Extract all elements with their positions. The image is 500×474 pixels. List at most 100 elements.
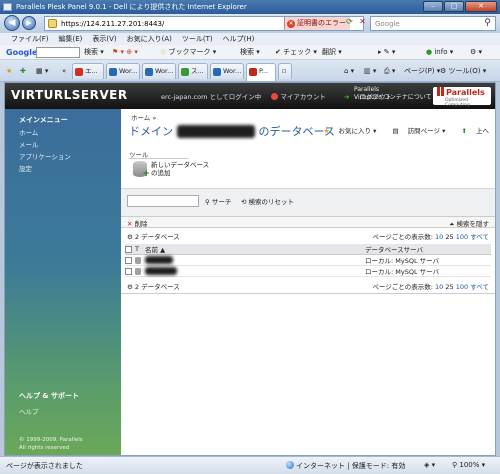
per-page-100[interactable]: 100 xyxy=(456,283,468,291)
parallels-logo: Parallels Optimized Computing xyxy=(433,87,491,108)
sidebar-item-applications[interactable]: アプリケーション xyxy=(19,151,71,161)
protected-mode-icon[interactable]: ◈ ▾ xyxy=(424,461,435,469)
per-page-100[interactable]: 100 xyxy=(456,233,468,241)
google-icons[interactable]: ⚑ ▾ ⊕ ▾ xyxy=(112,47,138,58)
google-logo: Google xyxy=(6,48,38,57)
menu-file[interactable]: ファイル(F) xyxy=(6,33,54,45)
toolbar-misc-icons[interactable]: ▸ ✎ ▾ xyxy=(378,47,395,58)
search-button[interactable]: ⚲ サーチ xyxy=(205,196,231,206)
search-box[interactable]: Google ⚲ xyxy=(370,16,496,31)
menu-edit[interactable]: 編集(E) xyxy=(54,33,88,45)
up-level-button[interactable]: ⬆ 上へ xyxy=(454,127,489,135)
my-account-link[interactable]: マイアカウント xyxy=(271,93,334,101)
quick-tabs-icon[interactable]: ▦ ▾ xyxy=(36,64,48,78)
reset-search-button[interactable]: ⟲ 検索のリセット xyxy=(241,196,294,206)
tools-menu[interactable]: ⚙ ツール(O) ▾ xyxy=(440,64,486,78)
per-page-all[interactable]: すべて xyxy=(470,283,489,291)
refresh-icon[interactable]: ⟳ xyxy=(344,16,355,27)
stop-icon[interactable]: ✕ xyxy=(357,16,368,27)
database-name-link[interactable]: ercjapan xyxy=(145,256,174,264)
google-toolbar: Google 検索 ▾ ⚑ ▾ ⊕ ▾ ☆ ブックマーク ▾ 検索 ▾ ✔ チェ… xyxy=(0,45,500,60)
address-bar[interactable]: https://124.211.27.201:8443/ ✕ 証明書のエラー xyxy=(44,16,364,31)
visited-pages-button[interactable]: ▤ 訪問ページ ▾ xyxy=(385,127,445,135)
sidebar-item-home[interactable]: ホーム xyxy=(19,127,38,137)
menu-tools[interactable]: ツール(T) xyxy=(177,33,218,45)
col-name[interactable]: 名前 ▲ xyxy=(145,244,365,255)
minimize-button[interactable]: – xyxy=(423,1,443,12)
tab-scroll-icon[interactable]: « xyxy=(62,64,66,78)
home-icon[interactable]: ⌂ ▾ xyxy=(344,64,354,78)
help-support-title: ヘルプ & サポート xyxy=(19,392,79,400)
certificate-error-button[interactable]: ✕ 証明書のエラー xyxy=(284,17,350,30)
maximize-button[interactable]: □ xyxy=(444,1,464,12)
main-menu-title: メインメニュー xyxy=(19,116,68,124)
tab-favicon xyxy=(145,68,153,76)
page-menu[interactable]: ページ(P) ▾ xyxy=(404,64,440,78)
database-server: ローカル: MySQL サーバ xyxy=(365,265,491,277)
hide-search-button[interactable]: ⏶ 検索を隠す xyxy=(449,218,489,229)
info-button[interactable]: ● info ▾ xyxy=(426,47,453,58)
pagination-bottom: ページごとの表示数: 10 25 100 すべて xyxy=(372,283,489,291)
tab-6-active[interactable]: P... xyxy=(246,63,276,81)
per-page-10[interactable]: 10 xyxy=(435,233,443,241)
breadcrumb[interactable]: ホーム » xyxy=(131,112,156,122)
tab-4[interactable]: ス... xyxy=(178,63,208,79)
settings-icon[interactable]: ⚙ ▾ xyxy=(470,47,482,58)
translate-button[interactable]: 翻訳 ▾ xyxy=(322,47,342,58)
menu-favorites[interactable]: お気に入り(A) xyxy=(122,33,177,45)
favorites-button[interactable]: ★ お気に入り ▾ xyxy=(317,127,377,135)
table-row: ercjapan ローカル: MySQL サーバ xyxy=(125,254,491,266)
tab-favicon xyxy=(109,68,117,76)
status-text: ページが表示されました xyxy=(6,462,83,470)
sidebar-item-mail[interactable]: メール xyxy=(19,139,39,149)
add-database-icon[interactable] xyxy=(133,161,150,179)
favorites-star-icon[interactable]: ★ xyxy=(6,64,12,78)
sidebar-item-settings[interactable]: 設定 xyxy=(19,163,32,173)
search-bar: ⚲ サーチ ⟲ 検索のリセット xyxy=(121,188,495,216)
select-all-checkbox[interactable] xyxy=(125,245,132,253)
back-button[interactable]: ◀ xyxy=(4,15,20,31)
tab-1[interactable]: エ... xyxy=(72,63,104,79)
logout-icon: ➔ xyxy=(343,93,350,101)
add-favorite-icon[interactable]: ✚ xyxy=(20,64,26,78)
bookmark-button[interactable]: ☆ ブックマーク ▾ xyxy=(160,47,216,58)
feeds-icon[interactable]: ▥ ▾ xyxy=(364,64,376,78)
row-checkbox[interactable] xyxy=(125,256,132,264)
database-name-link[interactable]: ercjapan2 xyxy=(145,267,178,275)
tab-favicon xyxy=(249,68,257,76)
google-search-input[interactable] xyxy=(36,47,80,58)
tab-5[interactable]: Wor... xyxy=(210,63,244,79)
check-button[interactable]: ✔ チェック ▾ xyxy=(275,47,317,58)
forward-button[interactable]: ▶ xyxy=(22,16,36,30)
zoom-control[interactable]: ⚲ 100% ▾ xyxy=(452,461,485,469)
new-tab-button[interactable]: ▫ xyxy=(278,63,292,79)
per-page-10[interactable]: 10 xyxy=(435,283,443,291)
tab-3[interactable]: Wor... xyxy=(142,63,176,79)
menu-help[interactable]: ヘルプ(H) xyxy=(218,33,260,45)
sidebar-item-help[interactable]: ヘルプ xyxy=(19,406,39,416)
address-url[interactable]: https://124.211.27.201:8443/ xyxy=(61,20,164,28)
virtuozzo-info-link[interactable]: Parallels Virtuozzo コンテナについて xyxy=(354,86,432,102)
google-search-button[interactable]: 検索 ▾ xyxy=(84,47,104,58)
tab-bar: ★ ✚ ▦ ▾ « エ... Wor... Wor... ス... Wor...… xyxy=(0,60,500,82)
print-icon[interactable]: ⎙ ▾ xyxy=(384,64,395,78)
tab-2[interactable]: Wor... xyxy=(106,63,140,79)
pagination-top: ページごとの表示数: 10 25 100 すべて xyxy=(372,233,489,241)
sidebar: メインメニュー ホーム メール アプリケーション 設定 ヘルプ & サポート ヘ… xyxy=(5,109,121,455)
delete-button[interactable]: ✕ 削除 xyxy=(127,218,148,228)
security-zone[interactable]: インターネット | 保護モード: 有効 xyxy=(286,461,405,471)
action-bar: ✕ 削除 ⏶ 検索を隠す xyxy=(121,216,495,228)
search2-button[interactable]: 検索 ▾ xyxy=(240,47,260,58)
add-database-link[interactable]: 新しいデータベース の追加 xyxy=(151,161,209,177)
row-checkbox[interactable] xyxy=(125,267,132,275)
search-icon[interactable]: ⚲ xyxy=(482,18,493,29)
database-server: ローカル: MySQL サーバ xyxy=(365,254,491,266)
menu-view[interactable]: 表示(V) xyxy=(87,33,121,45)
per-page-all[interactable]: すべて xyxy=(470,233,489,241)
content-divider xyxy=(121,293,495,294)
lock-icon xyxy=(48,19,57,28)
up-arrow-icon: ⬆ xyxy=(461,127,467,135)
database-search-input[interactable] xyxy=(127,195,199,207)
database-table: T 名前 ▲ データベースサーバ ercjapan ローカル: MySQL サー… xyxy=(125,244,491,277)
close-window-button[interactable]: ✕ xyxy=(465,1,497,12)
